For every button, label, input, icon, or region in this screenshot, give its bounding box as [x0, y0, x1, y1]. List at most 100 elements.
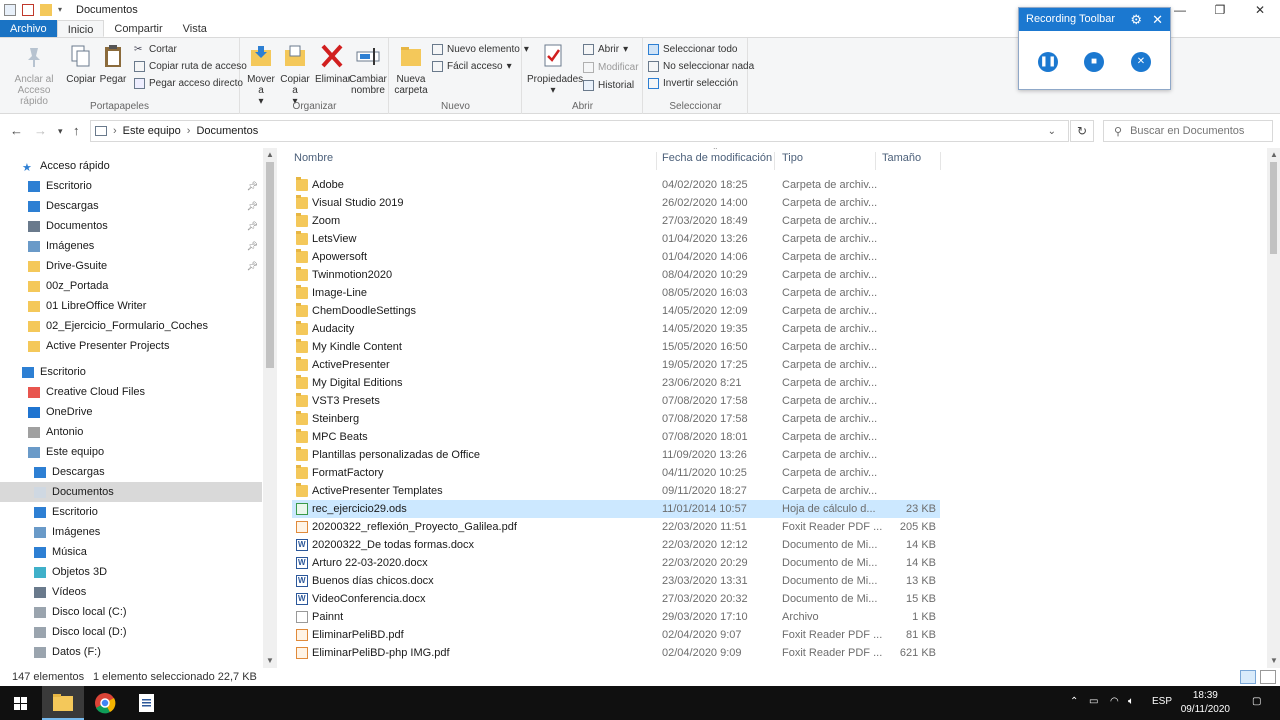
properties-icon[interactable]	[22, 4, 34, 16]
tab-vista[interactable]: Vista	[173, 20, 217, 37]
nav-tree-item[interactable]: Descargas	[0, 462, 262, 482]
file-row[interactable]: Audacity 14/05/2020 19:35 Carpeta de archi…	[292, 320, 940, 338]
nav-tree-item[interactable]: Datos (F:)	[0, 642, 262, 662]
nav-tree-item[interactable]: Vídeos	[0, 582, 262, 602]
file-row[interactable]: FormatFactory 04/11/2020 10:25 Carpeta de …	[292, 464, 940, 482]
search-box[interactable]: ⚲	[1103, 120, 1273, 142]
back-arrow-icon[interactable]: ←	[10, 123, 23, 138]
battery-icon[interactable]: ▭	[1089, 696, 1098, 707]
copy-to-button[interactable]: Copiar a ▾	[279, 42, 311, 107]
nav-tree-item[interactable]: Antonio	[0, 422, 262, 442]
start-button[interactable]	[0, 686, 42, 720]
file-row[interactable]: Steinberg 07/08/2020 17:58 Carpeta de arch…	[292, 410, 940, 428]
select-none-button[interactable]: No seleccionar nada	[648, 61, 754, 72]
notifications-icon[interactable]: ▢	[1252, 696, 1261, 707]
file-row[interactable]: rec_ejercicio29.ods 11/01/2014 10:57 Hoja …	[292, 500, 940, 518]
scroll-down-icon[interactable]: ▼	[266, 656, 274, 665]
pin-icon[interactable]: 📌︎	[247, 181, 258, 192]
tab-archivo[interactable]: Archivo	[0, 20, 57, 37]
refresh-button[interactable]: ↻	[1070, 120, 1094, 142]
nav-quick-item[interactable]: Descargas 📌︎	[0, 196, 262, 216]
file-row[interactable]: MPC Beats 07/08/2020 18:01 Carpeta de arch…	[292, 428, 940, 446]
close-icon[interactable]: ✕	[1152, 8, 1163, 31]
nav-tree-item[interactable]: Este equipo	[0, 442, 262, 462]
file-row[interactable]: VST3 Presets 07/08/2020 17:58 Carpeta de a…	[292, 392, 940, 410]
nav-quick-item[interactable]: 00z_Portada	[0, 276, 262, 296]
rename-button[interactable]: Cambiar nombre	[349, 42, 387, 96]
file-row[interactable]: LetsView 01/04/2020 13:26 Carpeta de archi…	[292, 230, 940, 248]
nav-tree-item[interactable]: Documentos	[0, 482, 262, 502]
volume-icon[interactable]: 🔈︎	[1128, 696, 1134, 707]
nav-scrollbar[interactable]: ▲ ▼	[263, 148, 277, 668]
nav-quick-item[interactable]: Active Presenter Projects	[0, 336, 262, 356]
customize-toolbar-icon[interactable]: ▾	[58, 4, 66, 16]
large-icons-view-icon[interactable]	[1260, 670, 1276, 684]
column-header-name[interactable]: Nombre	[294, 152, 333, 168]
pause-recording-button[interactable]: ❚❚	[1038, 52, 1058, 72]
address-path[interactable]: › Este equipo › Documentos ⌄	[90, 120, 1069, 142]
wifi-icon[interactable]: ◠	[1110, 696, 1119, 707]
scroll-up-icon[interactable]: ▲	[266, 150, 274, 159]
pin-icon[interactable]: 📌︎	[247, 241, 258, 252]
column-separator[interactable]	[875, 152, 876, 170]
delete-button[interactable]: Eliminar	[315, 42, 351, 85]
file-row[interactable]: 20200322_reflexión_Proyecto_Galilea.pdf 2…	[292, 518, 940, 536]
tab-inicio[interactable]: Inicio	[56, 20, 105, 37]
new-item-button[interactable]: Nuevo elemento ▾	[432, 44, 529, 55]
file-row[interactable]: Painnt 29/03/2020 17:10 Archivo 1 KB	[292, 608, 940, 626]
address-history-chevron-icon[interactable]: ⌄	[1048, 126, 1056, 137]
file-row[interactable]: Plantillas personalizadas de Office 11/09…	[292, 446, 940, 464]
history-button[interactable]: Historial	[583, 80, 634, 91]
cut-button[interactable]: ✂ Cortar	[134, 44, 177, 55]
taskbar-file-explorer[interactable]	[42, 686, 84, 720]
file-row[interactable]: ActivePresenter Templates 09/11/2020 18:2…	[292, 482, 940, 500]
column-header-type[interactable]: Tipo	[782, 152, 803, 168]
invert-selection-button[interactable]: Invertir selección	[648, 78, 738, 89]
file-row[interactable]: EliminarPeliBD-php IMG.pdf 02/04/2020 9:0…	[292, 644, 940, 662]
file-row[interactable]: ActivePresenter 19/05/2020 17:25 Carpeta d…	[292, 356, 940, 374]
file-row[interactable]: ChemDoodleSettings 14/05/2020 12:09 Carpet…	[292, 302, 940, 320]
file-list-scrollbar-thumb[interactable]	[1270, 162, 1277, 254]
cancel-recording-button[interactable]: ✕	[1131, 52, 1151, 72]
details-view-icon[interactable]	[1240, 670, 1256, 684]
file-row[interactable]: Adobe 04/02/2020 18:25 Carpeta de archiv..…	[292, 176, 940, 194]
breadcrumb-este-equipo[interactable]: Este equipo	[123, 125, 181, 137]
scroll-up-icon[interactable]: ▲	[1270, 150, 1278, 159]
tab-compartir[interactable]: Compartir	[104, 20, 172, 37]
file-list-scrollbar[interactable]: ▲ ▼	[1267, 148, 1280, 668]
nav-quick-item[interactable]: Drive-Gsuite 📌︎	[0, 256, 262, 276]
nav-quick-item[interactable]: 02_Ejercicio_Formulario_Coches	[0, 316, 262, 336]
easy-access-button[interactable]: Fácil acceso ▾	[432, 61, 512, 72]
gear-icon[interactable]: ⚙	[1130, 8, 1142, 31]
nav-quick-item[interactable]: Imágenes 📌︎	[0, 236, 262, 256]
file-row[interactable]: Image-Line 08/05/2020 16:03 Carpeta de arc…	[292, 284, 940, 302]
new-folder-button[interactable]: Nueva carpeta	[394, 42, 428, 96]
nav-tree-item[interactable]: Objetos 3D	[0, 562, 262, 582]
taskbar-chrome[interactable]	[84, 686, 126, 720]
file-row[interactable]: 20200322_De todas formas.docx 22/03/2020 …	[292, 536, 940, 554]
maximize-icon[interactable]: ❐	[1200, 0, 1240, 20]
taskbar-document-app[interactable]	[126, 686, 168, 720]
nav-tree-item[interactable]: Creative Cloud Files	[0, 382, 262, 402]
forward-arrow-icon[interactable]: →	[34, 123, 47, 138]
file-row[interactable]: My Digital Editions 23/06/2020 8:21 Carpet…	[292, 374, 940, 392]
nav-tree-item[interactable]: Imágenes	[0, 522, 262, 542]
column-header-size[interactable]: Tamaño	[882, 152, 921, 168]
nav-tree-item[interactable]: Escritorio	[0, 362, 262, 382]
open-button[interactable]: Abrir ▾	[583, 44, 628, 55]
file-row[interactable]: Twinmotion2020 08/04/2020 10:29 Carpeta de…	[292, 266, 940, 284]
nav-tree-item[interactable]: Disco local (D:)	[0, 622, 262, 642]
nav-quick-item[interactable]: 01 LibreOffice Writer	[0, 296, 262, 316]
copy-path-button[interactable]: Copiar ruta de acceso	[134, 61, 247, 72]
nav-tree-item[interactable]: Disco local (C:)	[0, 602, 262, 622]
recent-locations-chevron-icon[interactable]: ▾	[58, 126, 63, 137]
move-to-button[interactable]: Mover a ▾	[245, 42, 277, 107]
copy-button[interactable]: Copiar	[66, 42, 96, 85]
up-arrow-icon[interactable]: ↑	[73, 123, 80, 138]
file-row[interactable]: Arturo 22-03-2020.docx 22/03/2020 20:29 Do…	[292, 554, 940, 572]
file-row[interactable]: Buenos días chicos.docx 23/03/2020 13:31 D…	[292, 572, 940, 590]
edit-button[interactable]: Modificar	[583, 62, 639, 73]
nav-tree-item[interactable]: OneDrive	[0, 402, 262, 422]
file-row[interactable]: VideoConferencia.docx 27/03/2020 20:32 Doc…	[292, 590, 940, 608]
paste-shortcut-button[interactable]: Pegar acceso directo	[134, 78, 243, 89]
